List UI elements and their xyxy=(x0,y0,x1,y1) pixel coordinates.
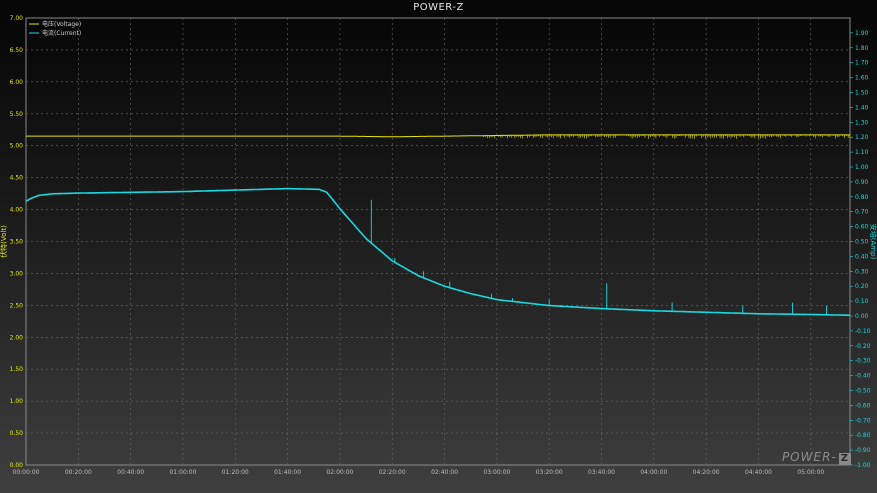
y2-tick-label: 1.20 xyxy=(855,134,869,141)
y2-axis-label: 安培(Amp) xyxy=(869,224,877,260)
y2-tick-label: -0.60 xyxy=(855,402,871,409)
x-tick-label: 04:00:00 xyxy=(640,469,667,476)
y2-tick-label: -0.90 xyxy=(855,447,871,454)
y2-tick-label: -0.80 xyxy=(855,432,871,439)
y2-tick-label: -0.30 xyxy=(855,358,871,365)
y2-tick-label: 0.50 xyxy=(855,239,869,246)
y-tick-label: 1.50 xyxy=(10,366,24,373)
x-tick-label: 01:20:00 xyxy=(222,469,249,476)
y-tick-label: 3.00 xyxy=(10,270,24,277)
current-series-line xyxy=(25,187,851,317)
voltage-series-line xyxy=(26,134,850,138)
y2-tick-label: 0.60 xyxy=(855,224,869,231)
y2-tick-label: 1.50 xyxy=(855,90,869,97)
x-tick-label: 04:20:00 xyxy=(693,469,720,476)
y2-tick-label: -0.20 xyxy=(855,343,871,350)
voltage-series-noise xyxy=(483,134,851,139)
y2-tick-label: 0.40 xyxy=(855,253,869,260)
y-tick-label: 6.00 xyxy=(10,79,24,86)
y2-tick-label: 0.90 xyxy=(855,179,869,186)
y2-tick-label: -0.50 xyxy=(855,388,871,395)
y-tick-label: 7.00 xyxy=(10,15,24,22)
y-tick-label: 0.50 xyxy=(10,430,24,437)
y2-tick-label: 0.70 xyxy=(855,209,869,216)
y-tick-label: 2.00 xyxy=(10,334,24,341)
y2-tick-label: 1.00 xyxy=(855,164,869,171)
y2-tick-label: 0.30 xyxy=(855,268,869,275)
watermark-text: POWER- xyxy=(781,450,837,464)
x-tick-label: 03:00:00 xyxy=(483,469,510,476)
power-z-watermark: POWER- Z xyxy=(782,450,851,465)
power-z-window: POWER-Z 0.00 0.50 1.00 1.50 2.00 2.50 3.00 3.50… xyxy=(0,0,877,493)
y-axis-label: 伏特(Volt) xyxy=(0,225,8,258)
y-tick-label: 4.50 xyxy=(10,175,24,182)
x-tick-label: 02:00:00 xyxy=(326,469,353,476)
x-tick-label: 00:40:00 xyxy=(117,469,144,476)
x-tick-label: 01:00:00 xyxy=(169,469,196,476)
watermark-logo-icon: Z xyxy=(838,453,851,465)
y2-tick-label: 1.60 xyxy=(855,75,869,82)
x-tick-label: 00:00:00 xyxy=(13,469,40,476)
legend-current-label: 电流(Current) xyxy=(42,29,81,37)
chart-canvas: 0.00 0.50 1.00 1.50 2.00 2.50 3.00 3.50 4.00 4.50… xyxy=(0,15,877,476)
y-tick-label: 2.50 xyxy=(10,302,24,309)
y-tick-label: 3.50 xyxy=(10,239,24,246)
x-tick-label: 04:40:00 xyxy=(745,469,772,476)
y2-tick-label: 1.40 xyxy=(855,104,869,111)
y2-tick-label: 1.30 xyxy=(855,119,869,126)
y2-tick-label: 0.80 xyxy=(855,194,869,201)
x-tick-label: 01:40:00 xyxy=(274,469,301,476)
y-tick-label: 5.00 xyxy=(10,143,24,150)
y2-tick-label: 1.10 xyxy=(855,149,869,156)
y2-tick-label: 1.90 xyxy=(855,30,869,37)
y2-tick-label: 1.80 xyxy=(855,45,869,52)
y2-tick-label: 0.00 xyxy=(855,313,869,320)
y-tick-label: 6.50 xyxy=(10,47,24,54)
x-tick-label: 03:40:00 xyxy=(588,469,615,476)
y-tick-label: 5.50 xyxy=(10,111,24,118)
x-tick-label: 00:20:00 xyxy=(65,469,92,476)
y-tick-label: 4.00 xyxy=(10,207,24,214)
y2-tick-label: -0.40 xyxy=(855,373,871,380)
y-tick-label: 0.00 xyxy=(10,462,24,469)
y2-tick-label: -1.00 xyxy=(855,462,871,469)
y-tick-label: 1.00 xyxy=(10,398,24,405)
y2-tick-label: 0.20 xyxy=(855,283,869,290)
x-tick-label: 02:20:00 xyxy=(379,469,406,476)
y2-tick-label: -0.10 xyxy=(855,328,871,335)
y2-tick-label: 1.70 xyxy=(855,60,869,67)
x-tick-label: 02:40:00 xyxy=(431,469,458,476)
x-tick-label: 05:00:00 xyxy=(797,469,824,476)
x-tick-label: 03:20:00 xyxy=(536,469,563,476)
y2-tick-label: 0.10 xyxy=(855,298,869,305)
y2-tick-label: -0.70 xyxy=(855,417,871,424)
legend-voltage-label: 电压(Voltage) xyxy=(42,20,81,28)
